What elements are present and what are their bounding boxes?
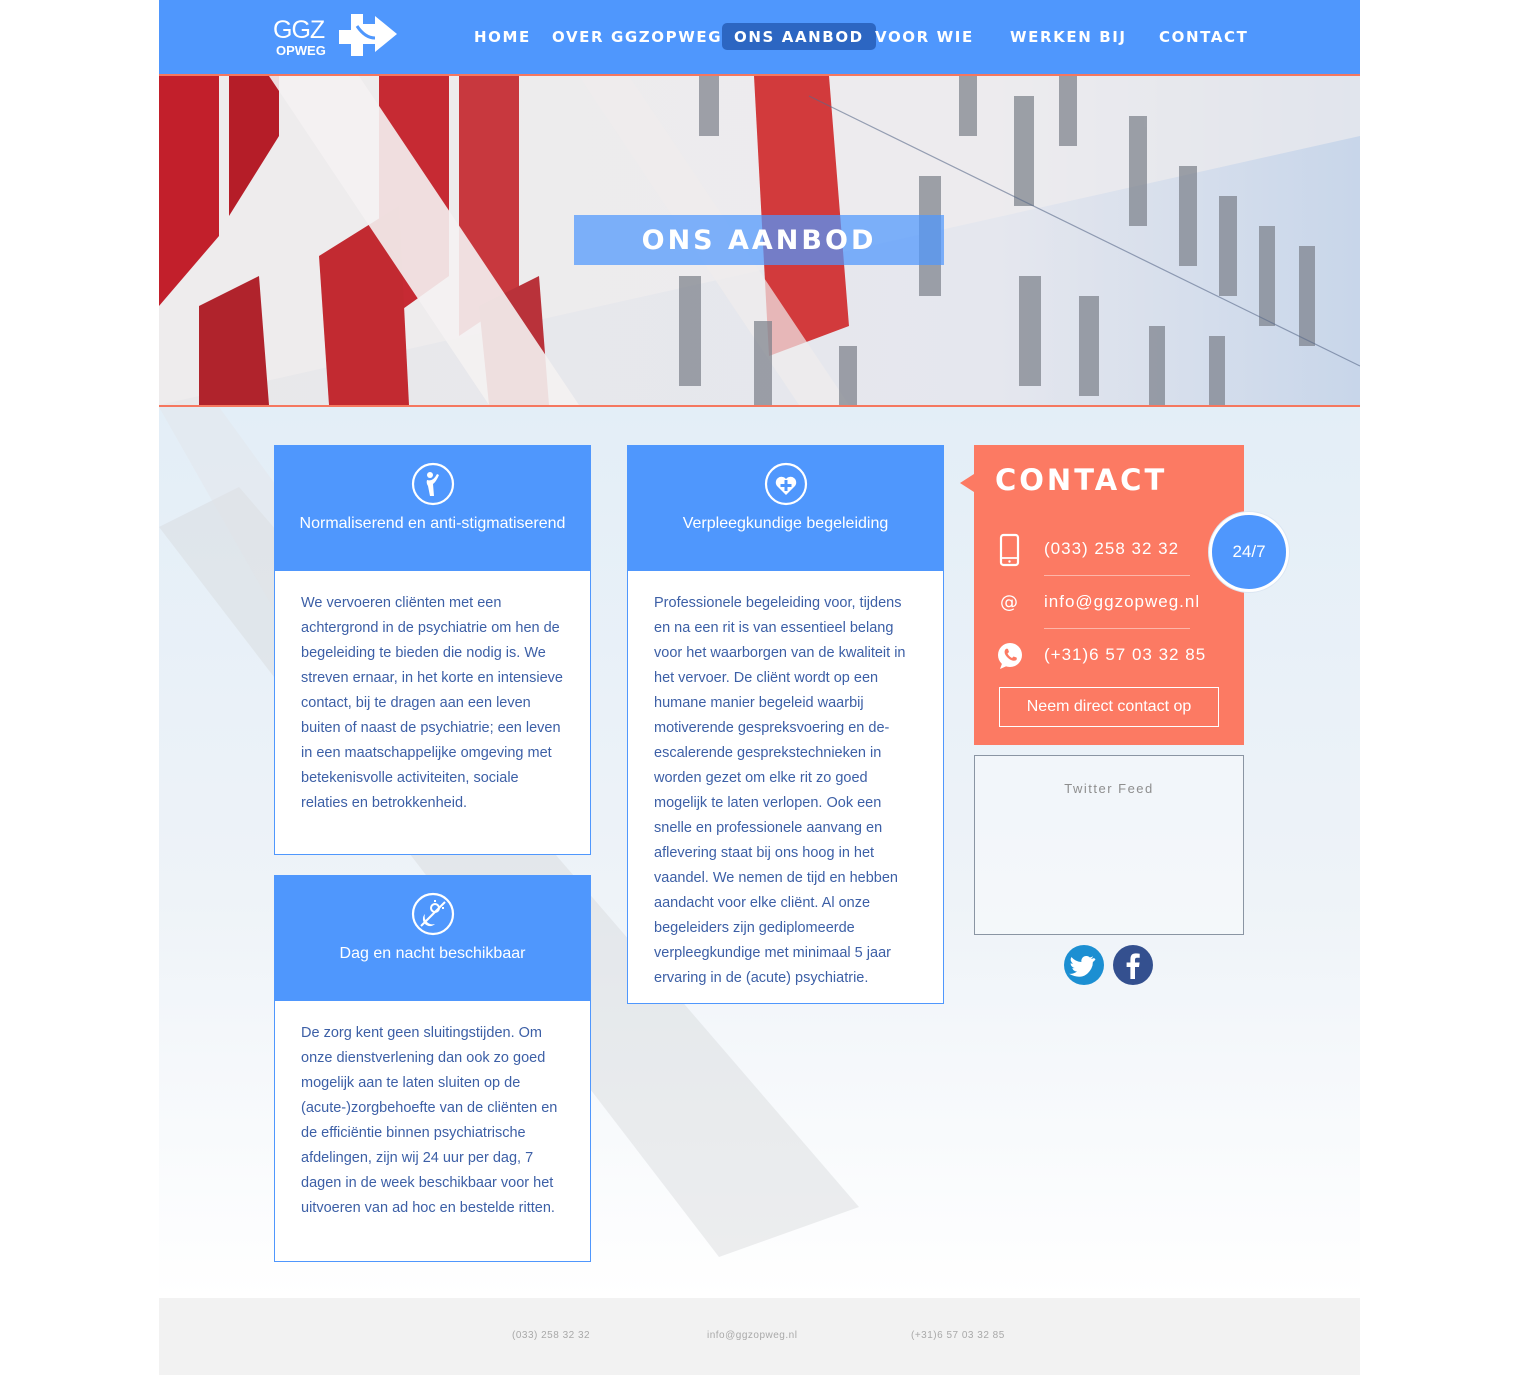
contact-email[interactable]: info@ggzopweg.nl [1044,592,1200,612]
footer-email[interactable]: info@ggzopweg.nl [707,1330,797,1341]
contact-cta-button[interactable]: Neem direct contact op [999,687,1219,727]
hero-title: ONS AANBOD [574,215,944,265]
nav-over-ggzopweg[interactable]: OVER GGZOPWEG [552,23,722,50]
site-header: GGZ OPWEG HOME OVER GGZOPWEG ONS AANBOD … [159,0,1360,76]
contact-box: CONTACT (033) 258 32 32 @ info@ggzopweg.… [960,445,1244,745]
twitter-feed: Twitter Feed [974,755,1244,935]
divider [1044,575,1190,576]
availability-badge: 24/7 [1209,512,1289,592]
twitter-button[interactable] [1064,945,1104,985]
contact-phone[interactable]: (033) 258 32 32 [1044,539,1179,559]
contact-title: CONTACT [995,463,1168,497]
footer-phone[interactable]: (033) 258 32 32 [512,1330,590,1341]
card-title: Dag en nacht beschikbaar [339,945,526,962]
card-header: Normaliserend en anti-stigmatiserend [275,446,590,571]
logo-cross-arrow-icon [339,14,397,56]
footer-whatsapp[interactable]: (+31)6 57 03 32 85 [911,1330,1005,1341]
twitter-icon [1069,955,1096,977]
nav-home[interactable]: HOME [474,23,531,50]
twitter-feed-label: Twitter Feed [1064,781,1154,796]
facebook-icon [1126,953,1140,979]
card-normaliserend: Normaliserend en anti-stigmatiserend We … [274,445,591,855]
facebook-button[interactable] [1113,945,1153,985]
page: GGZ OPWEG HOME OVER GGZOPWEG ONS AANBOD … [159,0,1360,1375]
nav-voor-wie[interactable]: VOOR WIE [875,23,974,50]
divider [1044,628,1190,629]
card-title: Verpleegkundige begeleiding [682,515,889,532]
contact-whatsapp-row[interactable]: (+31)6 57 03 32 85 [996,639,1206,679]
phone-icon [999,533,1020,567]
contact-pointer [960,474,974,492]
card-header: Verpleegkundige begeleiding [628,446,943,571]
whatsapp-icon [998,643,1022,669]
card-body: We vervoeren cliënten met een achtergron… [301,595,563,811]
card-verpleegkundige: Verpleegkundige begeleiding Professionel… [627,445,944,1004]
logo[interactable]: GGZ OPWEG [273,12,403,62]
card-title: Normaliserend en anti-stigmatiserend [299,515,566,532]
card-body: Professionele begeleiding voor, tijdens … [654,595,906,986]
day-night-icon [411,892,455,936]
nav-ons-aanbod[interactable]: ONS AANBOD [722,23,876,50]
svg-text:@: @ [1000,592,1018,613]
card-body: De zorg kent geen sluitingstijden. Om on… [301,1025,558,1216]
person-icon [411,462,455,506]
nav-contact[interactable]: CONTACT [1159,23,1248,50]
at-sign-icon: @ [1000,592,1018,613]
logo-text-bottom: OPWEG [276,43,326,58]
contact-phone-row[interactable]: (033) 258 32 32 [996,533,1206,573]
contact-whatsapp[interactable]: (+31)6 57 03 32 85 [1044,645,1206,665]
nav-werken-bij[interactable]: WERKEN BIJ [1010,23,1127,50]
heart-plus-icon [764,462,808,506]
contact-email-row[interactable]: @ info@ggzopweg.nl [996,586,1206,626]
logo-text-top: GGZ [273,16,325,44]
site-footer: (033) 258 32 32 info@ggzopweg.nl (+31)6 … [159,1298,1360,1375]
card-dag-en-nacht: Dag en nacht beschikbaar De zorg kent ge… [274,875,591,1262]
hero-banner: ONS AANBOD [159,76,1360,407]
card-header: Dag en nacht beschikbaar [275,876,590,1001]
